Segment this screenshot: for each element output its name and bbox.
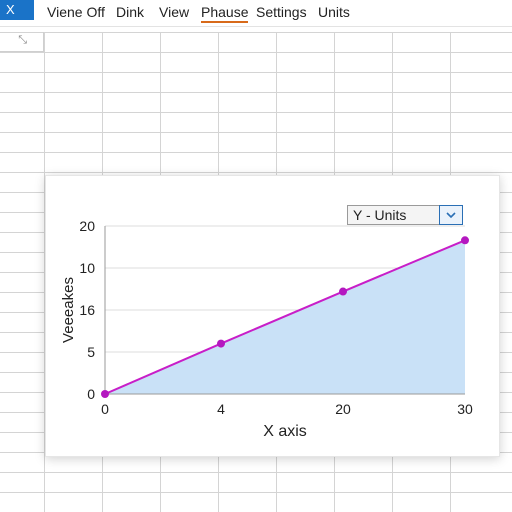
app-badge[interactable]: X [0,0,34,20]
menu-item-units[interactable]: Units [318,4,350,20]
select-all-corner[interactable]: ⤡ [0,32,44,52]
menu-item-phause[interactable]: Phause [201,4,249,23]
y-units-dropdown-label: Y - Units [353,207,407,223]
data-point[interactable] [339,287,347,296]
y-tick-label: 5 [87,344,95,360]
menu-item-viene-off[interactable]: Viene Off [47,4,105,20]
x-tick-label: 4 [217,401,225,417]
y-axis-title: Veeeakes [60,277,77,343]
x-tick-label: 20 [335,401,351,417]
menu-ribbon: X Viene Off Dink View Phause Settings Un… [0,0,512,27]
x-tick-label: 30 [457,401,473,417]
y-tick-label: 10 [79,260,95,276]
data-point[interactable] [101,390,109,398]
chart-card[interactable]: 0 5 16 10 20 0 4 20 30 X axis Veeeakes Y - Units [45,175,500,457]
corner-resize-icon: ⤡ [18,34,27,46]
menu-item-settings[interactable]: Settings [256,4,307,20]
data-point[interactable] [461,236,469,245]
menu-item-dink[interactable]: Dink [116,4,144,20]
data-point[interactable] [217,339,225,348]
x-tick-label: 0 [101,401,109,417]
menu-item-view[interactable]: View [159,4,189,20]
y-tick-label: 20 [79,218,95,234]
y-tick-label: 16 [79,302,95,318]
y-tick-label: 0 [87,386,95,402]
y-units-dropdown[interactable]: Y - Units [347,205,463,225]
dropdown-toggle-button[interactable] [439,205,463,225]
x-axis-title: X axis [263,423,307,440]
chevron-down-icon [446,212,456,219]
